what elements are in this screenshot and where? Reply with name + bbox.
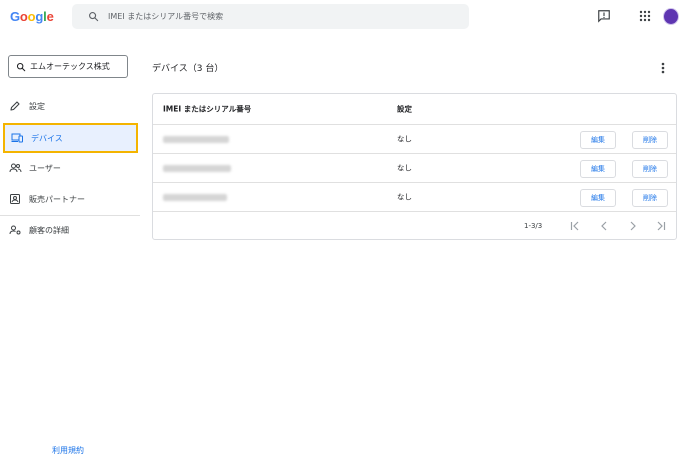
terms-link[interactable]: 利用規約 bbox=[52, 445, 84, 456]
table-row: なし 編集 削除 bbox=[153, 125, 676, 154]
sidebar-item-label: 設定 bbox=[29, 101, 45, 111]
setting-value: なし bbox=[397, 163, 412, 173]
redacted-imei bbox=[163, 194, 227, 201]
badge-icon bbox=[7, 191, 23, 207]
more-vert-icon[interactable] bbox=[655, 60, 671, 76]
edit-button[interactable]: 編集 bbox=[580, 131, 616, 149]
google-logo: Google bbox=[10, 9, 54, 24]
feedback-icon[interactable] bbox=[596, 8, 612, 24]
last-page-icon[interactable] bbox=[654, 219, 668, 233]
pagination-count: 1-3/3 bbox=[524, 222, 543, 230]
customer-search-input[interactable]: エムオーテックス株式 bbox=[8, 55, 128, 78]
customer-icon bbox=[7, 222, 23, 238]
logo-letter: g bbox=[35, 9, 44, 24]
next-page-icon[interactable] bbox=[626, 219, 640, 233]
pagination: 1-3/3 bbox=[153, 213, 676, 240]
sidebar-item-label: ユーザー bbox=[29, 163, 61, 173]
devices-icon bbox=[9, 130, 25, 146]
sidebar-item-devices[interactable]: デバイス bbox=[3, 123, 138, 153]
delete-button[interactable]: 削除 bbox=[632, 160, 668, 178]
edit-button[interactable]: 編集 bbox=[580, 160, 616, 178]
page-title: デバイス（3 台） bbox=[152, 64, 224, 74]
sidebar-item-label: 販売パートナー bbox=[29, 194, 85, 204]
logo-letter: e bbox=[46, 9, 54, 24]
logo-letter: G bbox=[10, 9, 20, 24]
table-row: なし 編集 削除 bbox=[153, 183, 676, 212]
first-page-icon[interactable] bbox=[568, 219, 582, 233]
search-icon bbox=[12, 62, 30, 72]
delete-button[interactable]: 削除 bbox=[632, 189, 668, 207]
sidebar-item-settings[interactable]: 設定 bbox=[0, 91, 140, 121]
avatar[interactable] bbox=[663, 8, 679, 25]
setting-value: なし bbox=[397, 134, 412, 144]
redacted-imei bbox=[163, 165, 231, 172]
pencil-icon bbox=[7, 98, 23, 114]
sidebar-item-label: 顧客の詳細 bbox=[29, 225, 69, 235]
sidebar-item-customer-details[interactable]: 顧客の詳細 bbox=[0, 215, 140, 245]
sidebar-item-label: デバイス bbox=[31, 133, 63, 143]
customer-search-value: エムオーテックス株式 bbox=[30, 62, 110, 71]
edit-button[interactable]: 編集 bbox=[580, 189, 616, 207]
column-header-setting: 設定 bbox=[397, 104, 412, 114]
apps-grid-icon[interactable] bbox=[637, 8, 653, 24]
delete-button[interactable]: 削除 bbox=[632, 131, 668, 149]
table-header-row: IMEI またはシリアル番号 設定 bbox=[153, 94, 676, 125]
table-row: なし 編集 削除 bbox=[153, 154, 676, 183]
redacted-imei bbox=[163, 136, 229, 143]
sidebar-item-users[interactable]: ユーザー bbox=[0, 153, 140, 183]
logo-letter: o bbox=[19, 9, 28, 24]
devices-table: IMEI またはシリアル番号 設定 なし 編集 削除 なし 編集 削除 なし 編… bbox=[152, 93, 677, 240]
search-input[interactable]: IMEI またはシリアル番号で検索 bbox=[72, 4, 469, 29]
prev-page-icon[interactable] bbox=[597, 219, 611, 233]
setting-value: なし bbox=[397, 192, 412, 202]
sidebar-item-resellers[interactable]: 販売パートナー bbox=[0, 184, 140, 214]
search-icon bbox=[80, 4, 106, 29]
column-header-imei: IMEI またはシリアル番号 bbox=[163, 104, 252, 114]
logo-letter: o bbox=[27, 9, 36, 24]
search-placeholder: IMEI またはシリアル番号で検索 bbox=[108, 12, 224, 21]
people-icon bbox=[7, 160, 23, 176]
